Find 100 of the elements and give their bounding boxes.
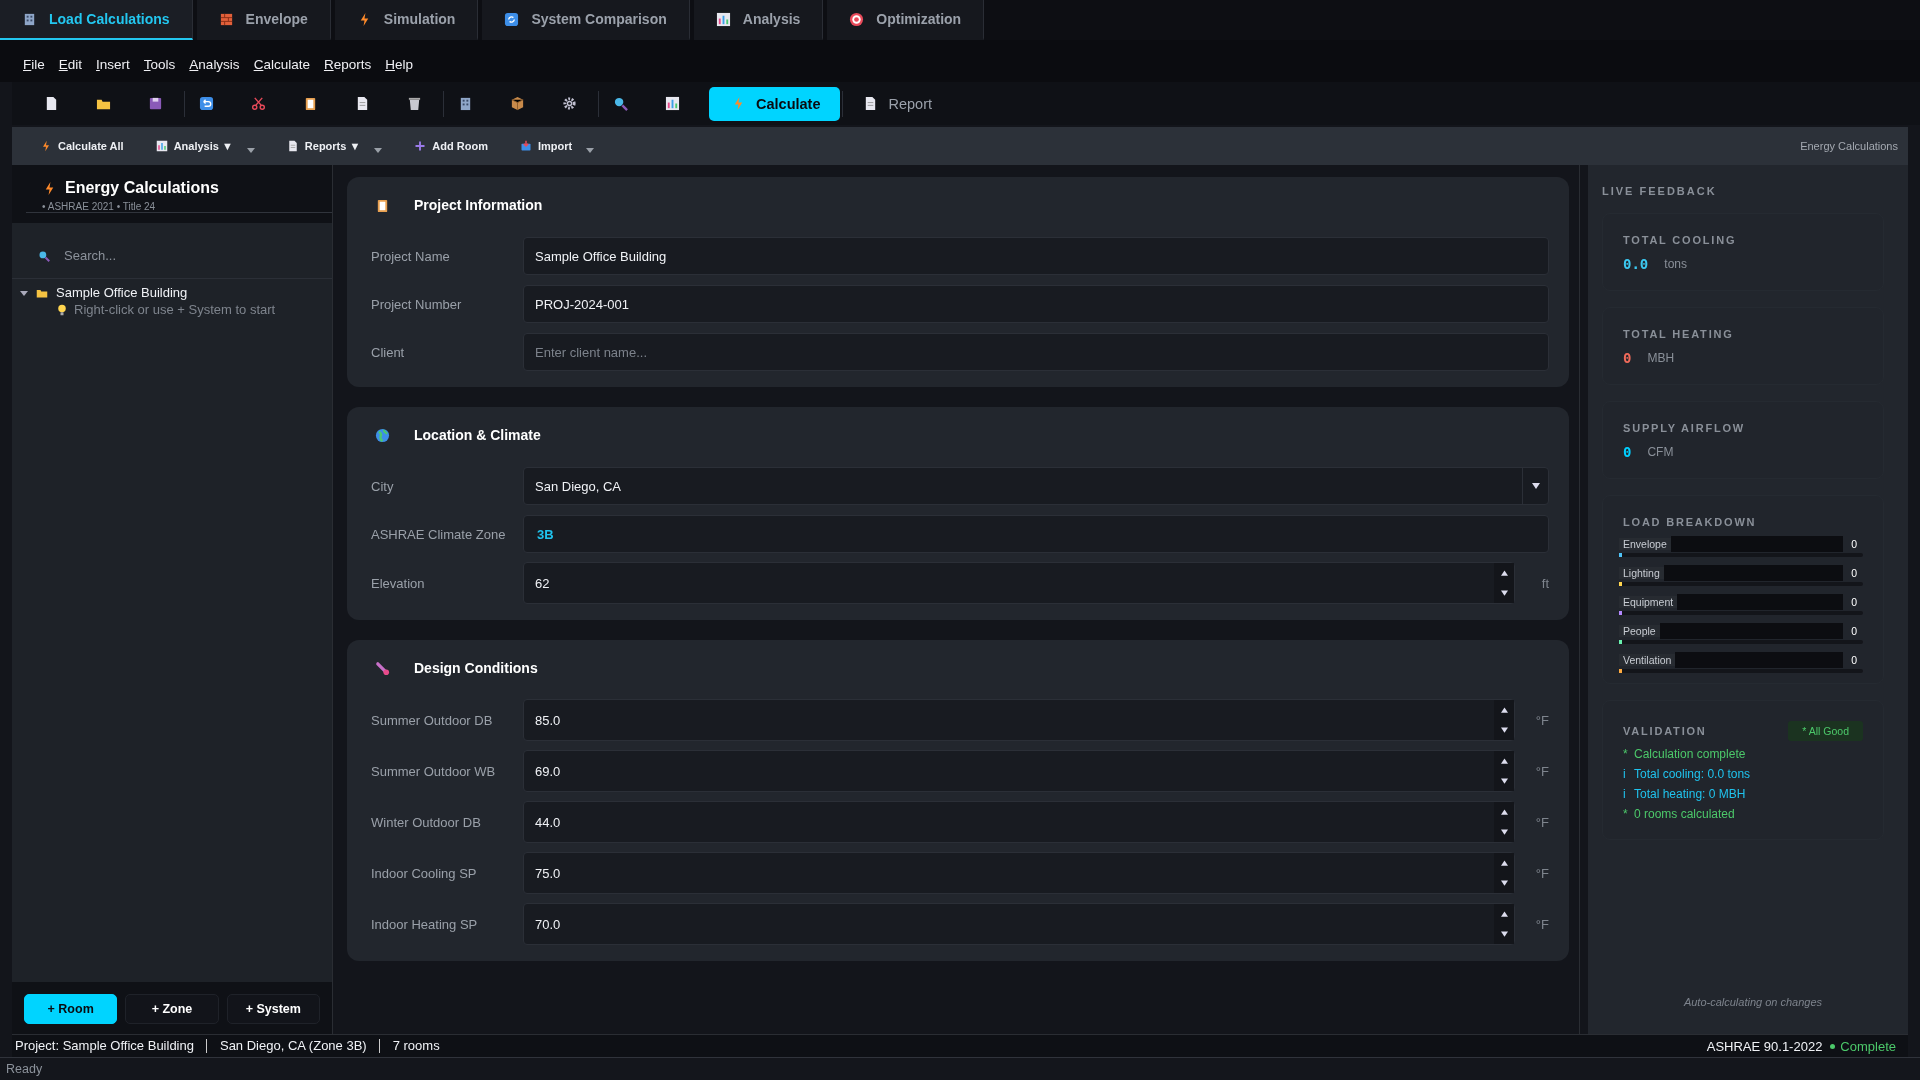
metric-unit: tons — [1664, 257, 1687, 271]
section-title: Design Conditions — [414, 660, 538, 676]
spin-down-icon[interactable] — [1500, 880, 1508, 886]
menu-item[interactable]: Help — [385, 56, 413, 72]
lightning-icon — [40, 140, 52, 152]
tab[interactable]: Analysis — [693, 0, 824, 40]
unit-label: ft — [1540, 575, 1549, 591]
spin-up-icon[interactable] — [1500, 707, 1508, 713]
document-icon[interactable] — [355, 96, 370, 111]
menu-item[interactable]: Insert — [96, 56, 130, 72]
sidebar-title: Energy Calculations — [65, 179, 219, 197]
document-icon — [286, 140, 299, 152]
breakdown-value: 0 — [1850, 625, 1858, 637]
bar-chart-icon — [155, 140, 168, 152]
tab[interactable]: Optimization — [827, 0, 985, 40]
search-icon[interactable] — [613, 96, 628, 111]
trash-icon[interactable] — [407, 96, 422, 111]
spin-up-icon[interactable] — [1500, 570, 1508, 576]
save-icon[interactable] — [148, 96, 163, 111]
auto-calc-note: Auto-calculating on changes — [1682, 996, 1824, 1008]
toolbar-button[interactable]: Reports ▼ — [280, 139, 367, 153]
field-label: Indoor Cooling SP — [371, 865, 478, 881]
input-field[interactable]: PROJ-2024-001 — [523, 285, 1549, 323]
bar-chart-icon — [715, 11, 731, 27]
input-field[interactable]: Enter client name... — [523, 333, 1549, 371]
breakdown-label: Equipment — [1619, 596, 1678, 608]
metric-label: SUPPLY AIRFLOW — [1623, 422, 1746, 434]
section-title: Project Information — [414, 197, 543, 213]
readonly-field: 3B — [523, 515, 1549, 553]
number-field[interactable]: 70.0 — [523, 903, 1515, 945]
spin-down-icon[interactable] — [1500, 778, 1508, 784]
spin-down-icon[interactable] — [1500, 829, 1508, 835]
expand-arrow-icon[interactable] — [20, 288, 28, 297]
add-button[interactable]: + Room — [24, 994, 118, 1024]
tab[interactable]: System Comparison — [482, 0, 690, 40]
menu-item[interactable]: Edit — [58, 56, 83, 72]
number-field[interactable]: 44.0 — [523, 801, 1515, 843]
bar-chart-icon[interactable] — [665, 96, 680, 111]
gear-icon[interactable] — [562, 96, 577, 111]
toolbar-button[interactable]: Import — [513, 139, 579, 153]
tab[interactable]: Load Calculations — [0, 0, 193, 40]
tab[interactable]: Simulation — [334, 0, 479, 40]
refresh-icon — [504, 11, 520, 27]
breakdown-label: Lighting — [1619, 567, 1664, 579]
unit-label: °F — [1534, 814, 1549, 830]
field-label: Indoor Heating SP — [371, 916, 479, 932]
number-field[interactable]: 75.0 — [523, 852, 1515, 894]
metric-label: TOTAL COOLING — [1623, 234, 1738, 246]
new-document-icon[interactable] — [44, 96, 59, 111]
spin-down-icon[interactable] — [1500, 931, 1508, 937]
clipboard-icon[interactable] — [303, 96, 318, 111]
spin-up-icon[interactable] — [1500, 911, 1508, 917]
menu-item[interactable]: Calculate — [253, 56, 310, 72]
caret-icon[interactable] — [246, 147, 255, 153]
report-button[interactable]: Report — [857, 94, 938, 113]
spin-up-icon[interactable] — [1500, 860, 1508, 866]
input-field[interactable]: Sample Office Building — [523, 237, 1549, 275]
search-icon — [38, 249, 50, 262]
toolbar-button[interactable]: Analysis ▼ — [149, 139, 239, 153]
menu-item[interactable]: File — [23, 56, 45, 72]
menu-item[interactable]: Analysis — [189, 56, 240, 72]
spin-up-icon[interactable] — [1500, 809, 1508, 815]
caret-icon[interactable] — [586, 147, 595, 153]
menu-item[interactable]: Tools — [143, 56, 176, 72]
search-field[interactable]: Search... — [62, 247, 286, 264]
dropdown[interactable]: San Diego, CA — [523, 467, 1549, 505]
number-field[interactable]: 69.0 — [523, 750, 1515, 792]
validation-title: VALIDATION — [1623, 725, 1707, 737]
number-field[interactable]: 62 — [523, 562, 1515, 604]
building-icon — [22, 11, 37, 27]
status-text: 7 rooms — [391, 1039, 441, 1053]
inbox-icon — [519, 140, 532, 152]
target-icon — [849, 11, 865, 27]
metric-value: 0 — [1623, 350, 1632, 366]
undo-icon[interactable] — [199, 96, 214, 111]
caret-icon[interactable] — [374, 147, 383, 153]
add-button[interactable]: + System — [226, 994, 320, 1024]
scissors-icon[interactable] — [251, 96, 266, 111]
validation-message: * 0 rooms calculated — [1623, 807, 1736, 821]
toolbar-button[interactable]: Calculate All — [34, 139, 130, 153]
validation-message: * Calculation complete — [1623, 747, 1747, 761]
field-label: Elevation — [371, 575, 426, 591]
menu-item[interactable]: Reports — [323, 56, 372, 72]
spin-up-icon[interactable] — [1500, 758, 1508, 764]
metric-unit: MBH — [1647, 351, 1675, 365]
status-text: San Diego, CA (Zone 3B) — [216, 1039, 380, 1053]
spin-down-icon[interactable] — [1500, 727, 1508, 733]
add-button[interactable]: + Zone — [125, 994, 219, 1024]
breakdown-label: Ventilation — [1619, 654, 1676, 666]
dropdown-arrow-icon — [1531, 483, 1540, 489]
plus-icon — [414, 140, 427, 152]
building-icon[interactable] — [458, 96, 473, 111]
tree-item[interactable]: Sample Office Building — [12, 283, 332, 302]
spin-down-icon[interactable] — [1500, 590, 1508, 596]
number-field[interactable]: 85.0 — [523, 699, 1515, 741]
calculate-button[interactable]: Calculate — [709, 86, 841, 121]
status-text: Project: Sample Office Building — [12, 1039, 207, 1053]
toolbar-button[interactable]: Add Room — [408, 139, 494, 153]
tab[interactable]: Envelope — [196, 0, 331, 40]
package-icon[interactable] — [510, 96, 525, 111]
